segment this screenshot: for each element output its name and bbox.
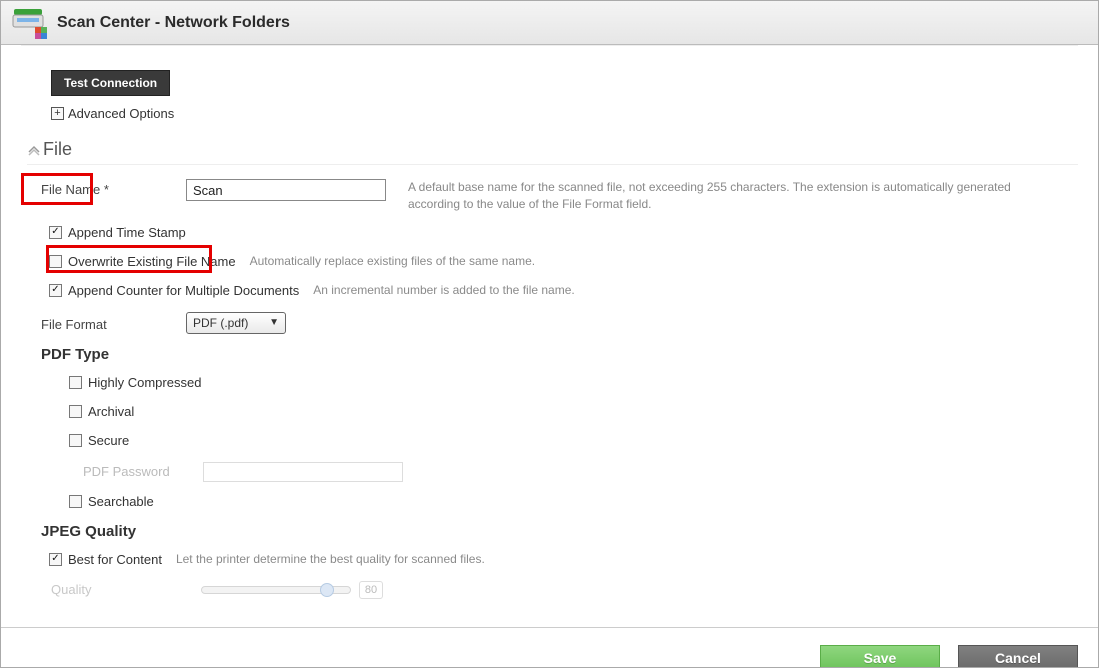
pdf-secure-checkbox[interactable] bbox=[69, 434, 82, 447]
best-for-content-checkbox[interactable] bbox=[49, 553, 62, 566]
pdf-type-heading: PDF Type bbox=[41, 346, 1078, 363]
chevron-up-icon bbox=[27, 143, 41, 157]
overwrite-existing-checkbox[interactable] bbox=[49, 255, 62, 268]
file-name-label: File Name * bbox=[41, 179, 186, 197]
content-area: Test Connection + Advanced Options File … bbox=[1, 45, 1098, 627]
pdf-archival-checkbox[interactable] bbox=[69, 405, 82, 418]
append-counter-label: Append Counter for Multiple Documents bbox=[68, 283, 299, 298]
pdf-archival-label: Archival bbox=[88, 404, 134, 419]
file-format-value: PDF (.pdf) bbox=[193, 316, 248, 330]
append-time-stamp-label: Append Time Stamp bbox=[68, 225, 186, 240]
overwrite-existing-help: Automatically replace existing files of … bbox=[250, 254, 535, 268]
section-file-label: File bbox=[43, 139, 72, 160]
test-connection-button[interactable]: Test Connection bbox=[51, 70, 170, 96]
best-for-content-help: Let the printer determine the best quali… bbox=[176, 552, 485, 566]
plus-icon: + bbox=[51, 107, 64, 120]
best-for-content-label: Best for Content bbox=[68, 552, 162, 567]
file-section-body: File Name * A default base name for the … bbox=[21, 165, 1078, 599]
cancel-button[interactable]: Cancel bbox=[958, 645, 1078, 668]
section-file-header[interactable]: File bbox=[27, 139, 1078, 165]
pdf-searchable-label: Searchable bbox=[88, 494, 154, 509]
caret-down-icon: ▼ bbox=[269, 317, 279, 328]
overwrite-existing-label: Overwrite Existing File Name bbox=[68, 254, 236, 269]
pdf-highly-compressed-label: Highly Compressed bbox=[88, 375, 201, 390]
title-bar: Scan Center - Network Folders bbox=[1, 1, 1098, 45]
save-button[interactable]: Save bbox=[820, 645, 940, 668]
append-time-stamp-checkbox[interactable] bbox=[49, 226, 62, 239]
quality-slider bbox=[201, 586, 351, 594]
pdf-password-input bbox=[203, 462, 403, 482]
quality-label: Quality bbox=[51, 582, 201, 597]
append-counter-help: An incremental number is added to the fi… bbox=[313, 283, 574, 297]
append-counter-checkbox[interactable] bbox=[49, 284, 62, 297]
quality-slider-thumb bbox=[320, 583, 334, 597]
footer-bar: Save Cancel bbox=[1, 627, 1098, 667]
scanner-icon bbox=[11, 5, 51, 41]
pdf-password-label: PDF Password bbox=[83, 464, 203, 479]
file-name-input[interactable] bbox=[186, 179, 386, 201]
file-format-select[interactable]: PDF (.pdf) ▼ bbox=[186, 312, 286, 334]
pdf-searchable-checkbox[interactable] bbox=[69, 495, 82, 508]
pdf-highly-compressed-checkbox[interactable] bbox=[69, 376, 82, 389]
jpeg-quality-heading: JPEG Quality bbox=[41, 523, 1078, 540]
file-name-help: A default base name for the scanned file… bbox=[408, 179, 1048, 213]
pdf-secure-label: Secure bbox=[88, 433, 129, 448]
page-title: Scan Center - Network Folders bbox=[57, 14, 290, 32]
file-format-label: File Format bbox=[41, 314, 186, 332]
app-window: Scan Center - Network Folders Test Conne… bbox=[0, 0, 1099, 668]
advanced-options-toggle[interactable]: + Advanced Options bbox=[51, 106, 1078, 121]
quality-value: 80 bbox=[359, 581, 383, 599]
advanced-options-label: Advanced Options bbox=[68, 106, 174, 121]
